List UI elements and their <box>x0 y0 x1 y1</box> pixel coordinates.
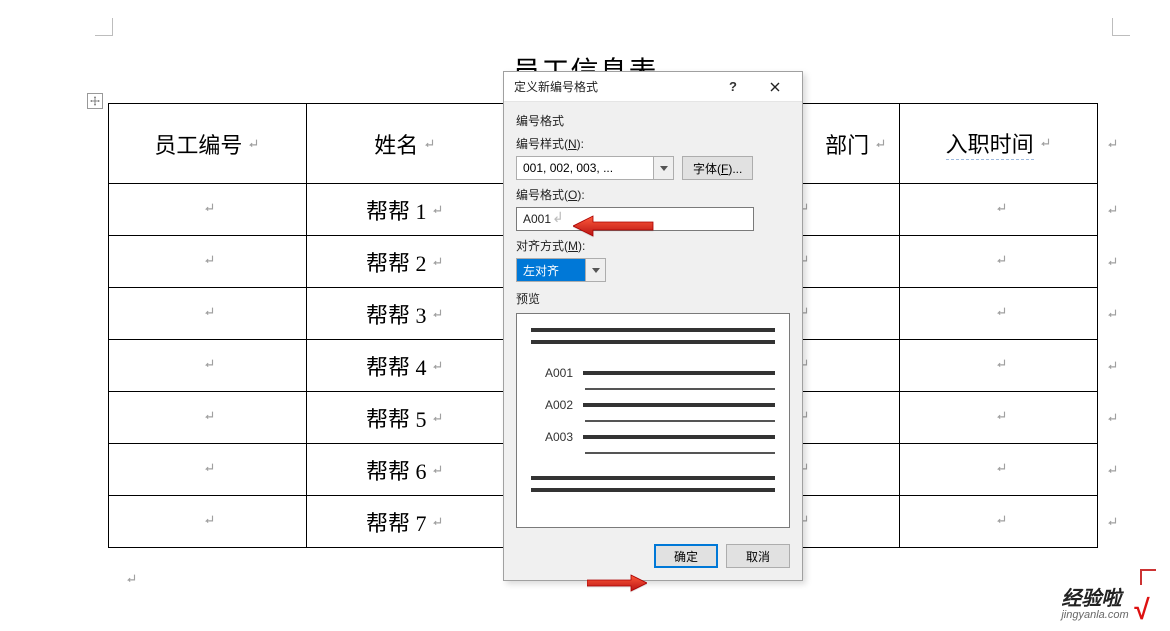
preview-rule <box>531 488 775 492</box>
paragraph-mark-icon <box>124 572 138 586</box>
number-format-label: 编号格式(O): <box>516 186 790 203</box>
dialog-footer: 确定 取消 <box>504 536 802 580</box>
number-style-value: 001, 002, 003, ... <box>517 157 653 179</box>
define-new-number-format-dialog[interactable]: 定义新编号格式 ? 编号格式 编号样式(N): 001, 002, 003, .… <box>503 71 803 581</box>
preview-item: A003 <box>531 430 775 444</box>
preview-label: 预览 <box>516 290 790 307</box>
cell-name[interactable]: 帮帮 7 <box>306 496 504 548</box>
table-move-handle-icon[interactable] <box>87 93 103 109</box>
preview-item: A001 <box>531 366 775 380</box>
number-format-value: A001 <box>523 212 551 226</box>
preview-box: A001 A002 A003 <box>516 313 790 528</box>
cell-id[interactable] <box>109 392 307 444</box>
cell-name[interactable]: 帮帮 2 <box>306 236 504 288</box>
column-header-name: 姓名 <box>306 104 504 184</box>
cell-id[interactable] <box>109 236 307 288</box>
preview-rule <box>531 340 775 344</box>
column-header-id: 员工编号 <box>109 104 307 184</box>
cell-id[interactable] <box>109 340 307 392</box>
dialog-titlebar[interactable]: 定义新编号格式 ? <box>504 72 802 102</box>
cell-date[interactable] <box>900 392 1098 444</box>
alignment-label: 对齐方式(M): <box>516 237 790 254</box>
cell-name[interactable]: 帮帮 1 <box>306 184 504 236</box>
preview-rule <box>531 476 775 480</box>
cell-date[interactable] <box>900 236 1098 288</box>
corner-guide <box>1112 18 1130 36</box>
font-button[interactable]: 字体(F)... <box>682 156 753 180</box>
chevron-down-icon[interactable] <box>585 259 605 281</box>
preview-rule <box>531 328 775 332</box>
watermark-cn: 经验啦 <box>1061 589 1128 609</box>
cell-name[interactable]: 帮帮 6 <box>306 444 504 496</box>
number-style-label: 编号样式(N): <box>516 135 790 152</box>
number-format-input[interactable]: A001↲ <box>516 207 754 231</box>
watermark: 经验啦 jingyanla.com √ <box>1061 589 1148 621</box>
alignment-value: 左对齐 <box>517 259 585 281</box>
cell-name[interactable]: 帮帮 4 <box>306 340 504 392</box>
help-button[interactable]: ? <box>712 73 754 101</box>
cell-name[interactable]: 帮帮 5 <box>306 392 504 444</box>
preview-rule <box>585 420 775 422</box>
chevron-down-icon[interactable] <box>653 157 673 179</box>
cell-date[interactable] <box>900 496 1098 548</box>
preview-item: A002 <box>531 398 775 412</box>
cancel-button[interactable]: 取消 <box>726 544 790 568</box>
close-button[interactable] <box>754 73 796 101</box>
corner-guide <box>95 18 113 36</box>
cell-date[interactable] <box>900 184 1098 236</box>
check-icon: √ <box>1133 599 1148 621</box>
watermark-en: jingyanla.com <box>1061 610 1128 621</box>
number-style-combo[interactable]: 001, 002, 003, ... <box>516 156 674 180</box>
column-header-date: 入职时间 <box>900 104 1098 184</box>
cell-date[interactable] <box>900 340 1098 392</box>
watermark-corner <box>1140 569 1156 585</box>
cell-id[interactable] <box>109 288 307 340</box>
preview-rule <box>585 388 775 390</box>
group-number-format-label: 编号格式 <box>516 112 790 129</box>
ok-button[interactable]: 确定 <box>654 544 718 568</box>
cell-id[interactable] <box>109 496 307 548</box>
cell-id[interactable] <box>109 444 307 496</box>
cell-id[interactable] <box>109 184 307 236</box>
dialog-title: 定义新编号格式 <box>514 78 712 95</box>
cell-name[interactable]: 帮帮 3 <box>306 288 504 340</box>
preview-rule <box>585 452 775 454</box>
cell-date[interactable] <box>900 444 1098 496</box>
dialog-body: 编号格式 编号样式(N): 001, 002, 003, ... 字体(F)..… <box>504 102 802 536</box>
alignment-combo[interactable]: 左对齐 <box>516 258 606 282</box>
cell-date[interactable] <box>900 288 1098 340</box>
